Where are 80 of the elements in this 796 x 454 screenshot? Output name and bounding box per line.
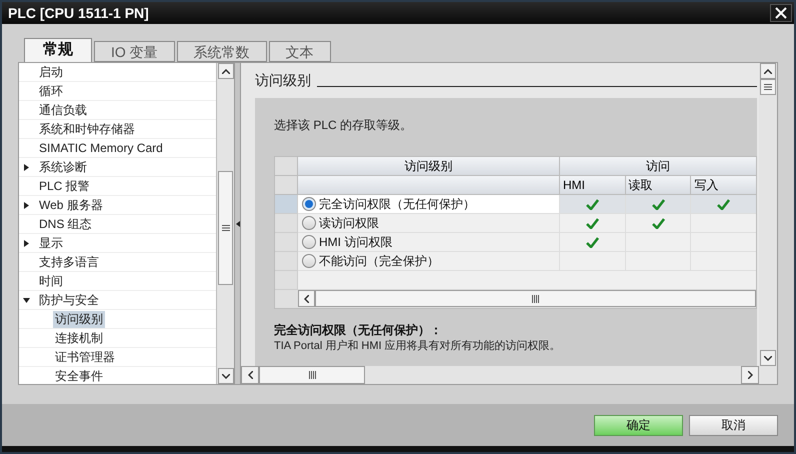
description-text: TIA Portal 用户和 HMI 应用将具有对所有功能的访问权限。 — [274, 339, 562, 353]
grip-icon — [222, 225, 230, 231]
chevron-left-icon — [248, 371, 252, 379]
row-header — [275, 195, 298, 214]
scroll-up-button[interactable] — [218, 63, 234, 79]
tab[interactable]: 文本 — [268, 41, 331, 62]
tree-item[interactable]: 显示 — [37, 234, 65, 252]
scroll-thumb[interactable] — [218, 171, 233, 285]
access-level-label[interactable]: 读访问权限 — [319, 214, 379, 232]
tree-item[interactable]: Web 服务器 — [37, 196, 105, 214]
tab[interactable]: 系统常数 — [176, 41, 267, 62]
tree-item[interactable]: 支持多语言 — [37, 254, 101, 270]
radio-button[interactable] — [302, 235, 316, 249]
scroll-left-button[interactable] — [241, 366, 259, 384]
checkmark-icon — [652, 198, 664, 210]
close-button[interactable] — [770, 4, 792, 22]
radio-button[interactable] — [302, 216, 316, 230]
dialog-button[interactable]: 取消 — [689, 414, 778, 436]
checkmark-icon — [586, 218, 599, 228]
tree-item[interactable]: 循环 — [37, 82, 65, 100]
grip-icon — [764, 84, 772, 90]
triangle-right-icon[interactable] — [23, 202, 30, 208]
triangle-right-icon[interactable] — [23, 164, 30, 170]
column-header: HMI — [560, 176, 626, 195]
access-level-label[interactable]: 完全访问权限（无任何保护） — [319, 195, 475, 213]
tree-item[interactable]: SIMATIC Memory Card — [37, 140, 165, 156]
scroll-down-button[interactable] — [760, 350, 776, 366]
tab[interactable]: IO 变量 — [94, 41, 175, 62]
close-icon — [775, 7, 787, 19]
tree-item[interactable]: 连接机制 — [53, 330, 105, 346]
chevron-up-icon — [222, 68, 230, 74]
column-header: 访问 — [560, 157, 756, 176]
grip-icon — [308, 371, 316, 379]
scrollbar[interactable] — [241, 366, 777, 384]
access-level-label[interactable]: 不能访问（完全保护） — [319, 252, 439, 270]
section-title: 访问级别 — [255, 71, 311, 90]
scroll-right-button[interactable] — [741, 366, 759, 384]
scrollbar[interactable] — [759, 63, 777, 366]
column-header: 读取 — [626, 176, 692, 195]
tree-item[interactable]: 通信负载 — [37, 102, 89, 118]
tree-item[interactable]: 证书管理器 — [53, 348, 117, 366]
scroll-thumb[interactable] — [259, 366, 365, 384]
scroll-up-button[interactable] — [760, 63, 776, 79]
window-title: PLC [CPU 1511-1 PN] — [8, 4, 149, 23]
scroll-left-button[interactable] — [298, 290, 315, 307]
scroll-down-button[interactable] — [218, 368, 234, 384]
checkmark-icon — [652, 218, 664, 228]
tree-item[interactable]: PLC 报警 — [37, 178, 92, 194]
tree-item[interactable]: 时间 — [37, 272, 65, 290]
triangle-right-icon[interactable] — [23, 240, 30, 246]
radio-button[interactable] — [302, 254, 316, 268]
instruction-text: 选择该 PLC 的存取等级。 — [274, 117, 414, 134]
chevron-down-icon — [222, 374, 230, 378]
checkmark-icon — [586, 236, 599, 248]
scroll-thumb[interactable] — [760, 79, 776, 95]
tree-item[interactable]: 系统和时钟存储器 — [37, 120, 137, 138]
column-header: 写入 — [691, 176, 756, 195]
checkmark-icon — [586, 198, 599, 210]
radio-button[interactable] — [302, 197, 316, 211]
scroll-thumb[interactable] — [315, 290, 756, 307]
tree-item[interactable]: DNS 组态 — [37, 216, 94, 232]
chevron-up-icon — [764, 68, 772, 74]
triangle-down-icon[interactable] — [23, 296, 30, 304]
chevron-down-icon — [764, 356, 772, 360]
tree-item[interactable]: 防护与安全 — [37, 292, 101, 308]
description-title: 完全访问权限（无任何保护）： — [274, 322, 443, 339]
checkmark-icon — [717, 198, 730, 210]
scrollbar[interactable] — [216, 63, 234, 384]
chevron-right-icon — [748, 371, 752, 379]
grip-icon — [532, 294, 539, 302]
dialog-button[interactable]: 确定 — [594, 414, 683, 436]
tree-item[interactable]: 系统诊断 — [37, 158, 89, 176]
column-header: 访问级别 — [298, 157, 560, 176]
tree-item[interactable]: 访问级别 — [53, 310, 105, 328]
collapse-arrow-icon — [236, 220, 240, 226]
tree-item[interactable]: 安全事件 — [53, 368, 105, 384]
tree-item[interactable]: 启动 — [37, 64, 65, 80]
chevron-left-icon — [304, 294, 309, 302]
access-level-label[interactable]: HMI 访问权限 — [319, 233, 392, 251]
tab[interactable]: 常规 — [24, 38, 92, 62]
